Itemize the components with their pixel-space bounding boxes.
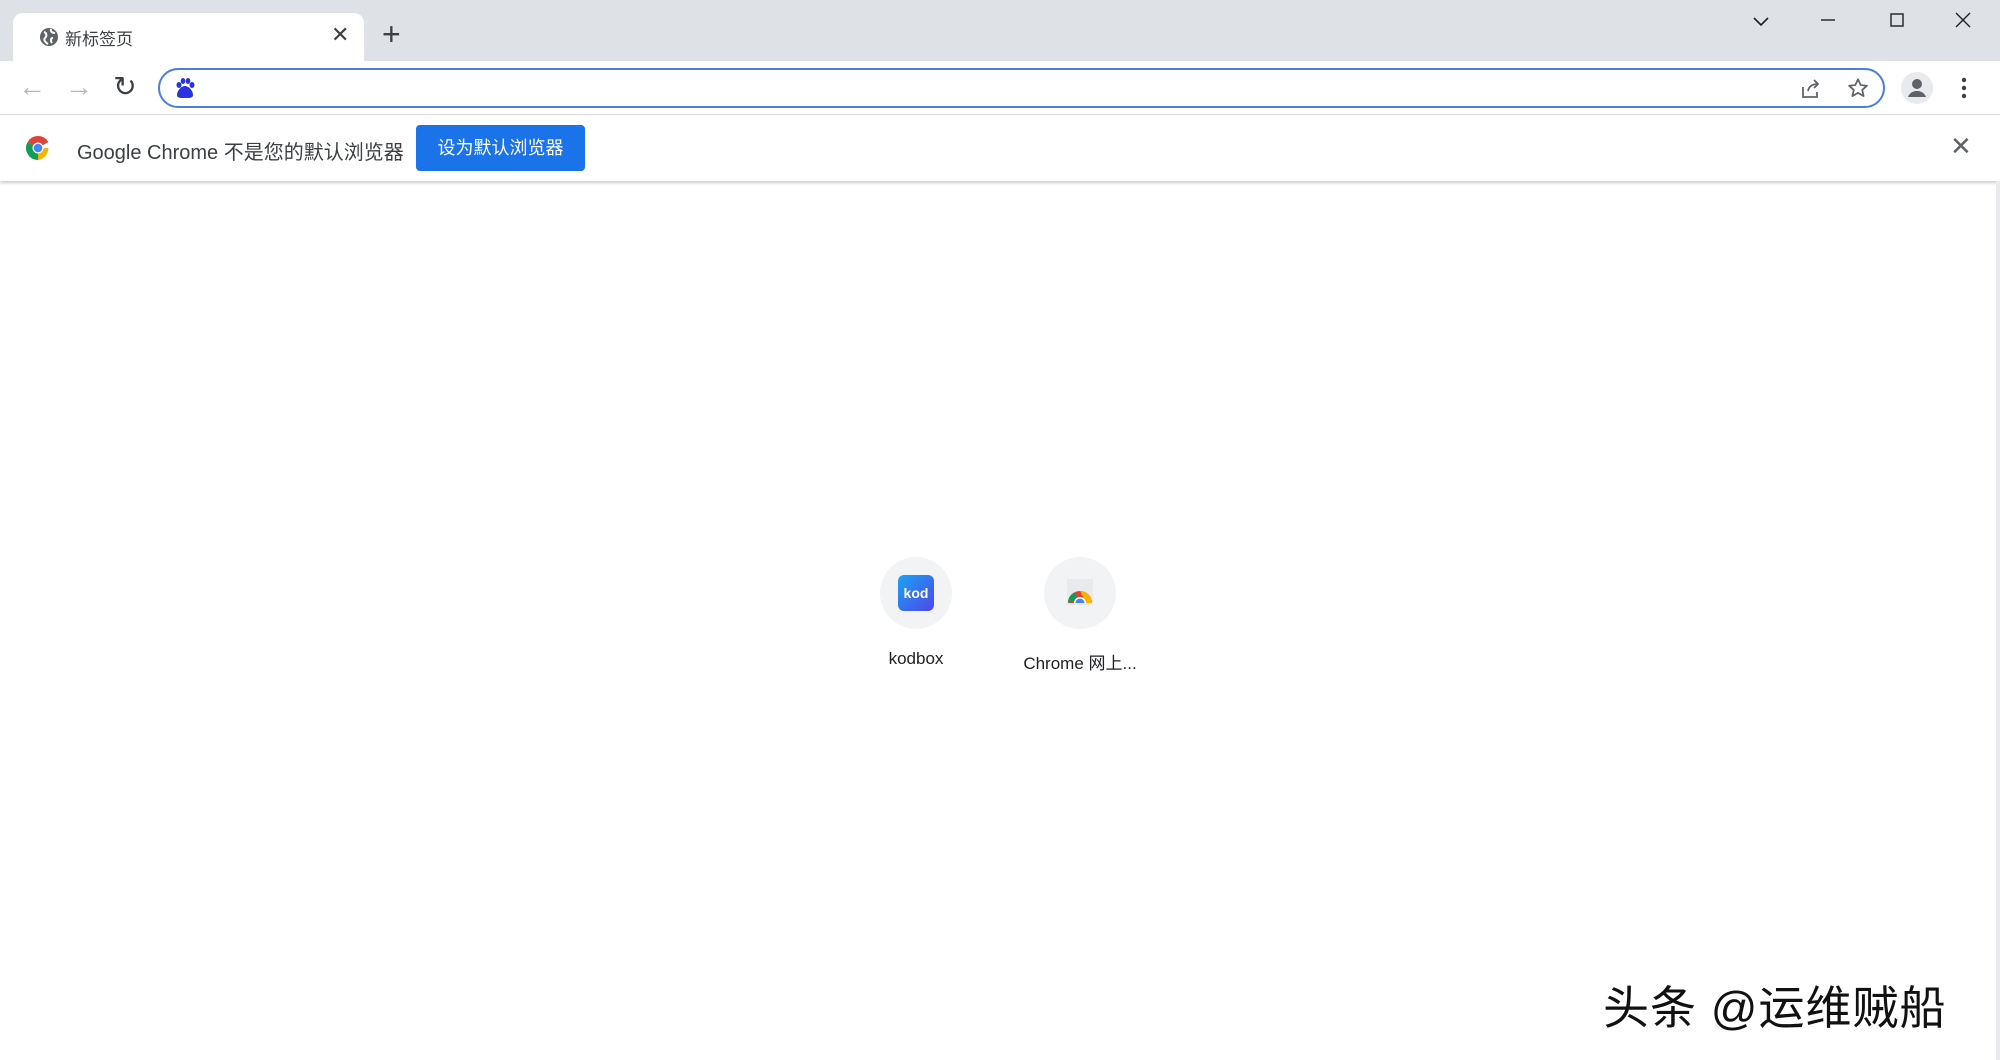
tab-close-icon[interactable]: ✕ [331, 22, 349, 48]
minimize-icon [1821, 19, 1835, 21]
shortcut-chrome-web-store[interactable]: Chrome 网上... [1005, 557, 1155, 674]
window-edge [1996, 181, 2000, 1060]
address-bar[interactable] [158, 68, 1885, 108]
globe-icon [40, 28, 58, 46]
close-window-button[interactable] [1943, 6, 1983, 36]
shortcut-label: kodbox [888, 649, 944, 668]
profile-avatar-icon[interactable] [1901, 72, 1933, 104]
set-default-browser-button[interactable]: 设为默认浏览器 [416, 125, 585, 171]
infobar-close-icon[interactable]: ✕ [1950, 131, 1972, 162]
reload-button[interactable]: ↻ [109, 73, 141, 101]
tab-search-button[interactable] [1741, 6, 1781, 36]
chrome-web-store-icon [1067, 579, 1093, 605]
forward-button[interactable]: → [63, 73, 95, 101]
shortcut-icon-circle: kod [880, 557, 952, 629]
baidu-paw-icon [176, 78, 195, 98]
default-browser-infobar: Google Chrome 不是您的默认浏览器 设为默认浏览器 ✕ [0, 115, 2000, 181]
omnibox-input[interactable] [208, 76, 1768, 100]
menu-kebab-icon[interactable] [1958, 76, 1970, 100]
shortcut-icon-circle [1044, 557, 1116, 629]
maximize-icon [1890, 13, 1904, 27]
shortcut-label: Chrome 网上... [1023, 654, 1137, 673]
minimize-button[interactable] [1808, 6, 1848, 36]
tab-new-tab[interactable]: 新标签页 ✕ [13, 13, 364, 61]
bookmark-star-icon[interactable] [1847, 77, 1869, 99]
infobar-message: Google Chrome 不是您的默认浏览器 [77, 142, 404, 164]
chevron-down-icon [1753, 17, 1769, 27]
close-icon [1955, 12, 1971, 28]
shortcut-kodbox[interactable]: kod kodbox [841, 557, 991, 669]
back-button[interactable]: ← [16, 73, 48, 101]
tab-strip: 新标签页 ✕ + [0, 0, 2000, 61]
tab-title: 新标签页 [65, 30, 133, 49]
watermark: 头条 @运维贼船 [1603, 982, 1947, 1034]
chrome-logo-icon [25, 135, 49, 160]
toolbar: ← → ↻ [0, 61, 2000, 115]
maximize-button[interactable] [1877, 6, 1917, 36]
new-tab-button[interactable]: + [382, 18, 401, 50]
kodbox-logo-icon: kod [898, 575, 934, 611]
share-icon[interactable] [1800, 78, 1822, 100]
